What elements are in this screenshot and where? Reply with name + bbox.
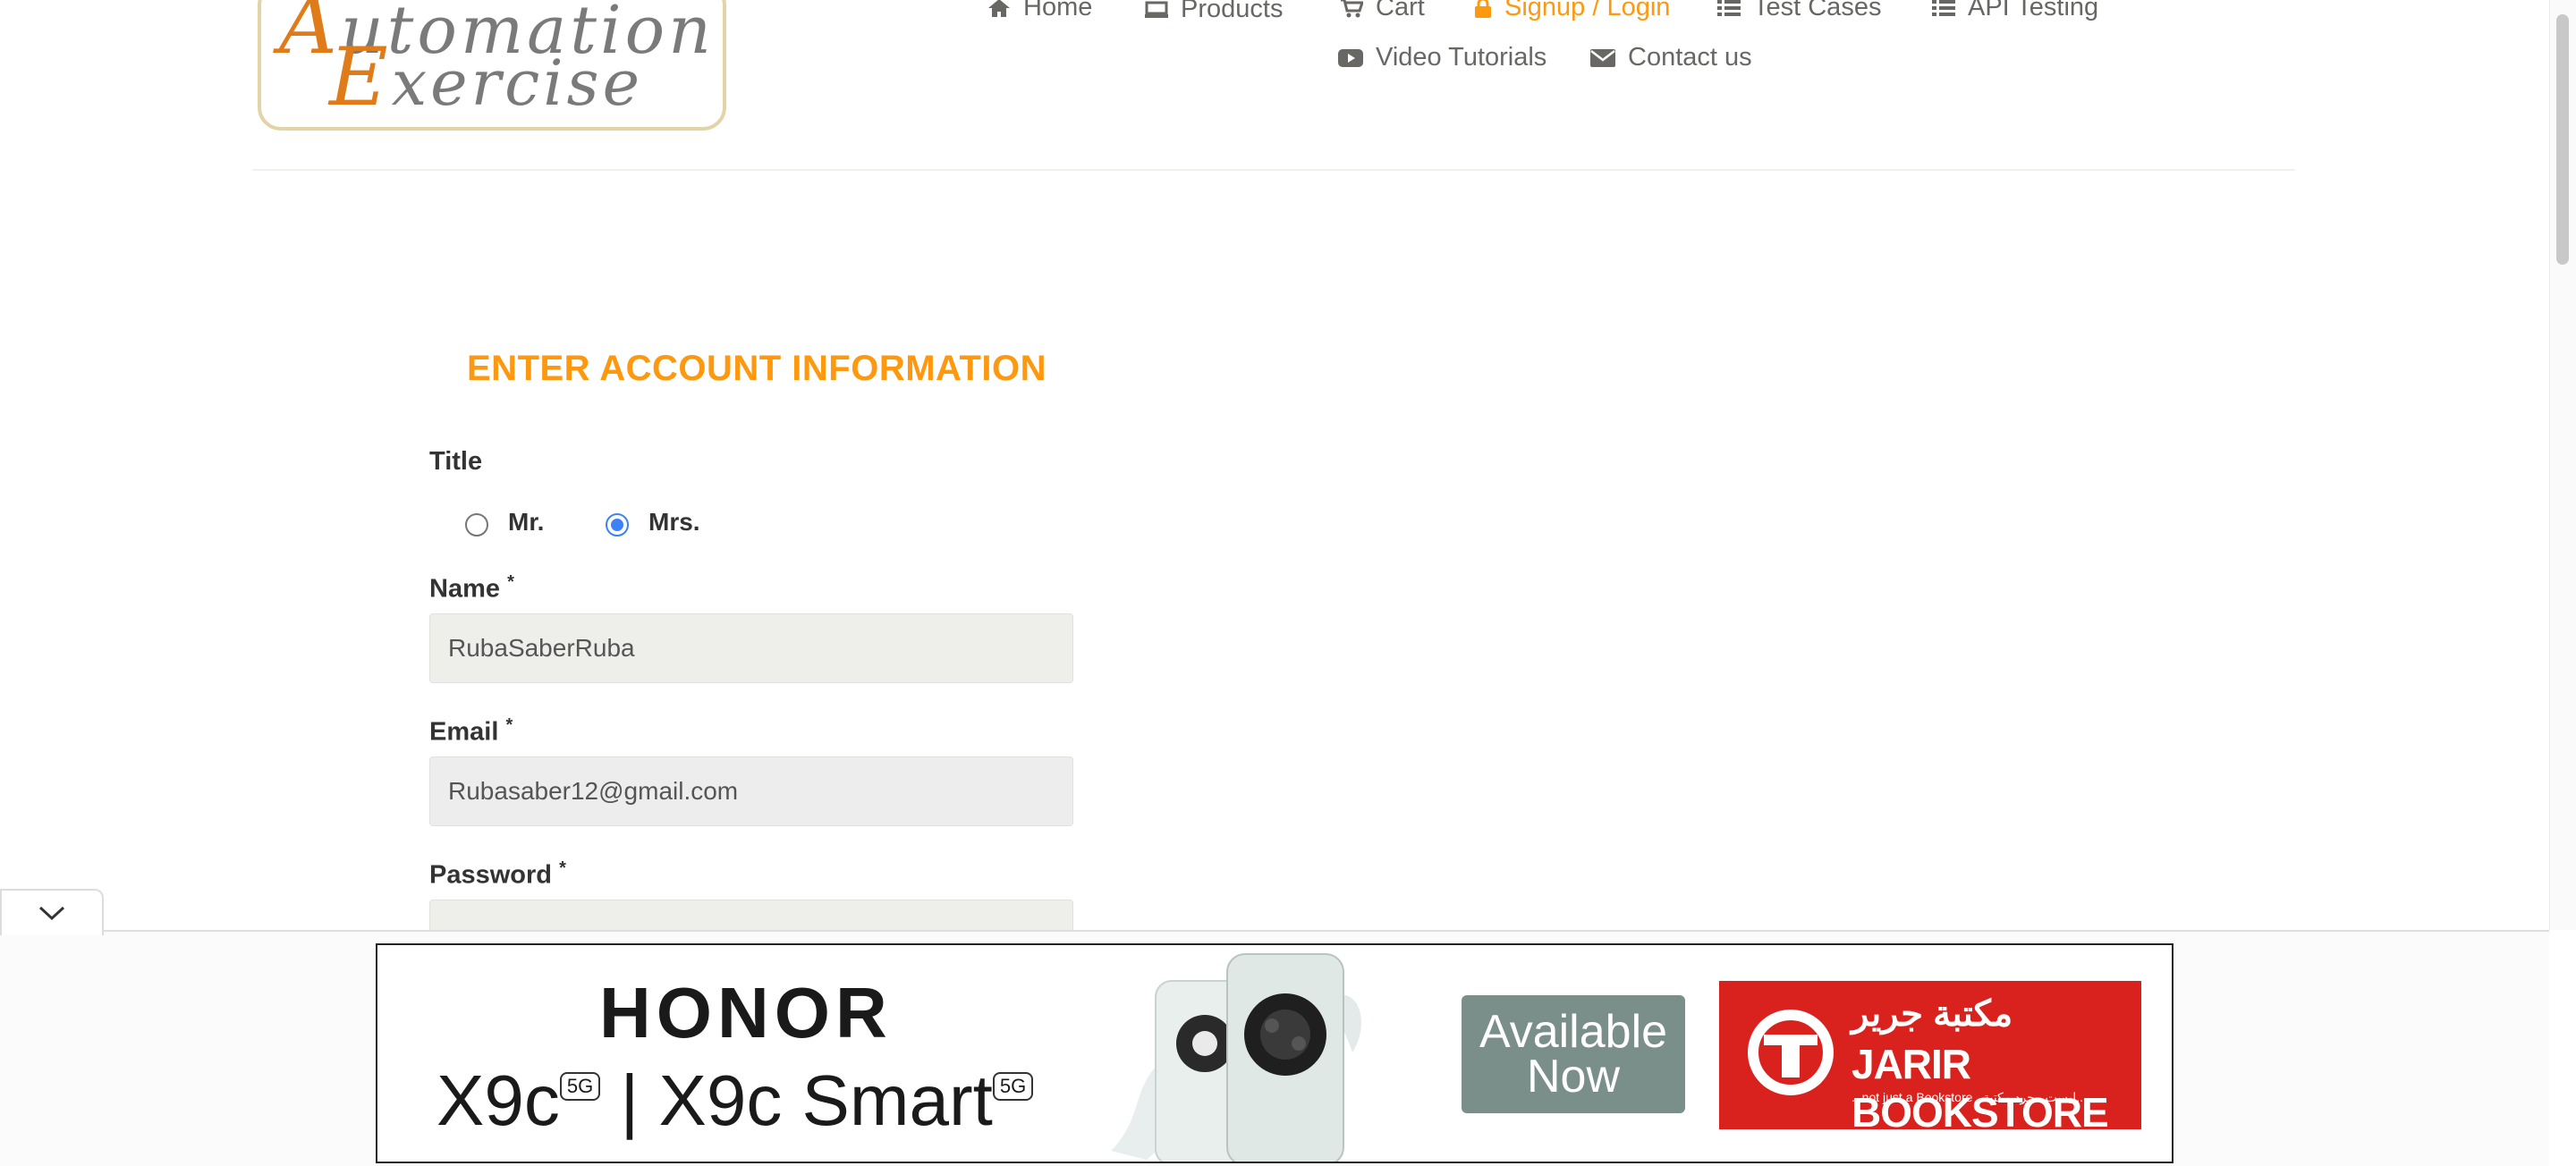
nav-products-label: Products xyxy=(1181,0,1284,23)
header-divider xyxy=(252,169,2295,171)
youtube-icon xyxy=(1338,48,1363,67)
title-label: Title xyxy=(429,447,483,476)
ad-store-arabic: مكتبة جرير xyxy=(1852,994,2013,1034)
section-title: ENTER ACCOUNT INFORMATION xyxy=(467,349,1047,388)
nav-test-cases-label: Test Cases xyxy=(1753,0,1882,21)
nav-contact-us-label: Contact us xyxy=(1628,43,1752,72)
ad-5g-tag: 5G xyxy=(992,1072,1034,1101)
nav-signup-login-label: Signup / Login xyxy=(1504,0,1671,21)
name-input-value: RubaSaberRuba xyxy=(448,634,635,662)
required-marker: * xyxy=(505,715,513,735)
home-icon xyxy=(988,0,1010,17)
ad-models: X9c 5G | X9c Smart 5G xyxy=(436,1060,1034,1142)
nav-products[interactable]: Products xyxy=(1145,0,1283,24)
ad-collapse-button[interactable] xyxy=(0,889,104,935)
title-mr-label[interactable]: Mr. xyxy=(508,508,544,537)
email-label: Email * xyxy=(429,715,513,748)
email-input-value: Rubasaber12@gmail.com xyxy=(448,777,739,805)
ad-cta-line1: Available xyxy=(1479,1006,1668,1058)
email-input[interactable]: Rubasaber12@gmail.com xyxy=(429,756,1073,826)
ad-brand: HONOR xyxy=(599,973,893,1052)
jarir-logo-icon xyxy=(1748,1010,1834,1095)
nav-cart[interactable]: Cart xyxy=(1340,0,1425,22)
name-label-text: Name xyxy=(429,574,500,604)
name-label: Name * xyxy=(429,572,514,604)
envelope-icon xyxy=(1590,48,1615,67)
nav-signup-login[interactable]: Signup / Login xyxy=(1474,0,1670,22)
site-logo[interactable]: Automation Exercise xyxy=(258,0,726,131)
ad-phone-image xyxy=(1111,953,1361,1162)
ad-5g-tag: 5G xyxy=(559,1072,601,1101)
ad-banner[interactable]: HONOR X9c 5G | X9c Smart 5G Available Now … xyxy=(376,943,2174,1163)
chevron-down-icon xyxy=(38,906,65,921)
title-mrs-label[interactable]: Mrs. xyxy=(648,508,700,537)
name-input[interactable]: RubaSaberRuba xyxy=(429,613,1073,683)
scrollbar-thumb[interactable] xyxy=(2556,14,2569,265)
ad-store-tagline: ...not just a Bookstore ليست مجرد مكتبة.… xyxy=(1852,1090,2087,1105)
cart-icon xyxy=(1341,0,1363,17)
ad-store-tagline-en: ...not just a Bookstore xyxy=(1852,1090,1973,1104)
nav-video-tutorials[interactable]: Video Tutorials xyxy=(1338,43,1546,72)
ad-store-tagline-ar: ليست مجرد مكتبة... xyxy=(1983,1090,2087,1104)
nav-api-testing[interactable]: API Testing xyxy=(1932,0,2098,22)
password-label: Password * xyxy=(429,858,566,891)
ad-store-name: JARIR BOOKSTORE xyxy=(1852,1041,2109,1129)
required-marker: * xyxy=(559,858,566,878)
logo-text-line2: Exercise xyxy=(329,30,644,124)
nav-video-tutorials-label: Video Tutorials xyxy=(1376,43,1547,72)
title-mr-radio[interactable] xyxy=(465,513,488,537)
nav-cart-label: Cart xyxy=(1376,0,1425,21)
products-icon xyxy=(1145,1,1168,18)
lock-icon xyxy=(1475,0,1491,18)
title-mrs-radio[interactable] xyxy=(606,513,629,537)
ad-model-a: X9c xyxy=(436,1060,560,1140)
ad-cta-button[interactable]: Available Now xyxy=(1462,995,1685,1113)
nav-test-cases[interactable]: Test Cases xyxy=(1717,0,1881,22)
ad-model-b: X9c Smart xyxy=(658,1060,993,1140)
list-icon xyxy=(1717,0,1741,16)
nav-api-testing-label: API Testing xyxy=(1968,0,2099,21)
list-icon xyxy=(1932,0,1955,16)
ad-separator: | xyxy=(620,1060,640,1140)
email-label-text: Email xyxy=(429,717,499,747)
nav-home[interactable]: Home xyxy=(987,0,1092,22)
nav-contact-us[interactable]: Contact us xyxy=(1590,43,1752,72)
nav-home-label: Home xyxy=(1023,0,1093,21)
ad-cta-line2: Now xyxy=(1526,1051,1621,1103)
ad-store-logo[interactable]: مكتبة جرير JARIR BOOKSTORE ...not just a… xyxy=(1719,981,2141,1129)
required-marker: * xyxy=(507,572,514,592)
password-label-text: Password xyxy=(429,860,552,890)
